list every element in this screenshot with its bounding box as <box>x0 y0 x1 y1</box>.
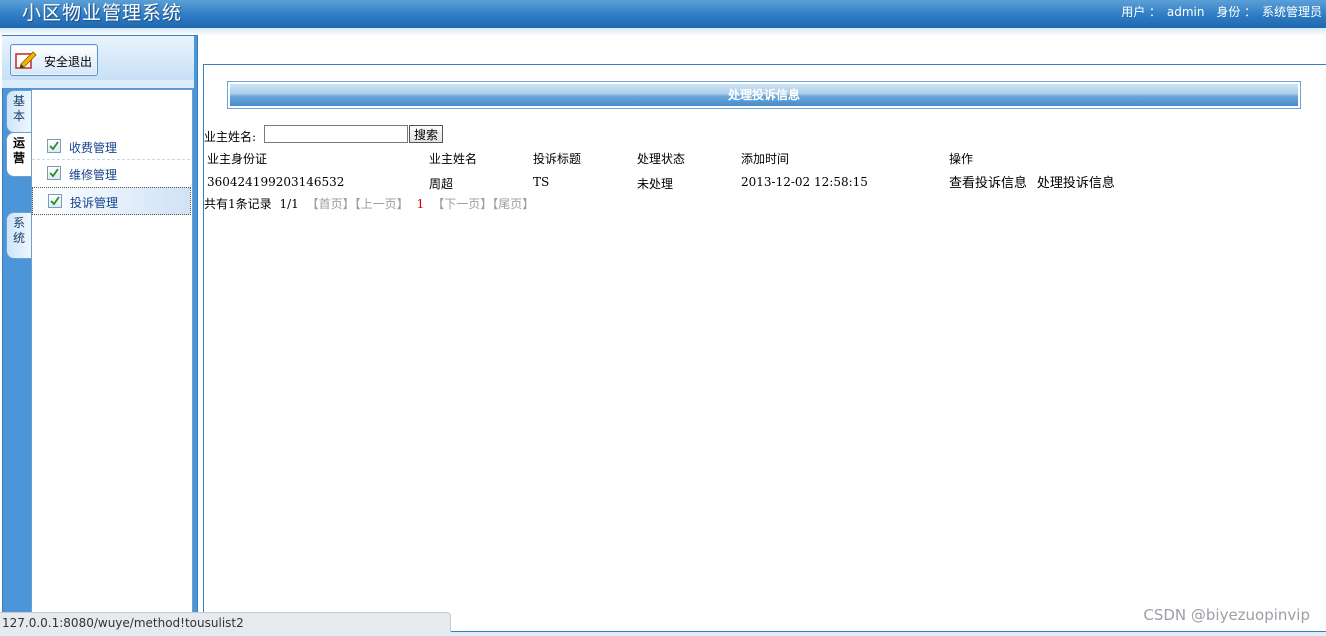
current-page: 1 <box>416 197 425 211</box>
app-title: 小区物业管理系统 <box>22 2 183 24</box>
col-header-owner-name: 业主姓名 <box>429 152 478 166</box>
app-header: 小区物业管理系统 用户 ： admin 身份 ： 系统管理员 <box>0 0 1326 28</box>
checkbox-checked-icon <box>47 166 61 180</box>
sidebar-item-repair[interactable]: 维修管理 <box>32 160 190 186</box>
prev-page-link[interactable]: 【上一页】 <box>355 197 409 211</box>
search-button[interactable]: 搜索 <box>409 125 443 143</box>
browser-status-bar: 127.0.0.1:8080/wuye/method!tousulist2 <box>0 612 451 633</box>
tab-char: 统 <box>12 231 25 245</box>
role-name: 系统管理员 <box>1261 5 1322 19</box>
checkbox-checked-icon <box>47 139 61 153</box>
sidebar-menu: 收费管理 维修管理 投诉管理 <box>31 89 193 613</box>
first-page-link[interactable]: 【首页】 <box>307 197 355 211</box>
col-header-added-time: 添加时间 <box>741 152 790 166</box>
user-label: 用户 ： <box>1121 5 1162 19</box>
col-header-actions: 操作 <box>949 152 974 166</box>
next-page-link[interactable]: 【下一页】 <box>432 197 492 211</box>
tab-char: 基 <box>12 94 25 108</box>
cell-added-time: 2013-12-02 12:58:15 <box>741 175 868 189</box>
cell-id-card: 360424199203146532 <box>207 175 345 189</box>
sidebar-item-complaint[interactable]: 投诉管理 <box>32 187 191 215</box>
cell-owner-name: 周超 <box>429 177 454 191</box>
logout-button[interactable]: 安全退出 <box>10 44 98 76</box>
user-name: admin <box>1166 5 1205 19</box>
sidebar-tab-operation[interactable]: 运 营 <box>6 132 31 177</box>
tab-char: 本 <box>12 109 25 123</box>
tab-char: 营 <box>12 151 25 165</box>
col-header-complaint-title: 投诉标题 <box>533 152 582 166</box>
pagination: 共有1条记录 1/1 【首页】【上一页】 1 【下一页】【尾页】 <box>204 195 534 212</box>
col-header-id-card: 业主身份证 <box>207 152 268 166</box>
tab-char: 运 <box>12 136 25 150</box>
record-count: 共有1条记录 <box>204 197 272 211</box>
sidebar-tab-basic[interactable]: 基 本 <box>6 90 31 133</box>
watermark: CSDN @biyezuopinvip <box>1143 606 1310 624</box>
sidebar-tab-system[interactable]: 系 统 <box>6 212 31 259</box>
last-page-link[interactable]: 【尾页】 <box>492 197 534 211</box>
role-label: 身份 ： <box>1216 5 1257 19</box>
sidebar-separator <box>2 80 194 88</box>
cell-complaint-title: TS <box>533 175 550 189</box>
logout-bar: 安全退出 <box>2 36 194 80</box>
bottom-edge <box>0 632 1326 636</box>
user-info: 用户 ： admin 身份 ： 系统管理员 <box>1119 3 1322 20</box>
page-info: 1/1 <box>279 197 299 211</box>
cell-status: 未处理 <box>637 177 674 191</box>
logout-pencil-icon <box>15 51 37 69</box>
handle-complaint-link[interactable]: 处理投诉信息 <box>1037 176 1115 191</box>
section-title: 处理投诉信息 <box>227 81 1301 109</box>
cell-actions: 查看投诉信息 处理投诉信息 <box>949 172 1121 191</box>
main-topbar <box>198 35 1326 63</box>
logout-label: 安全退出 <box>44 55 93 69</box>
view-complaint-link[interactable]: 查看投诉信息 <box>949 176 1027 191</box>
sidebar-item-label: 投诉管理 <box>70 196 119 210</box>
checkbox-checked-icon <box>48 194 62 208</box>
sidebar-item-fee[interactable]: 收费管理 <box>32 133 190 160</box>
sidebar-item-label: 维修管理 <box>69 168 118 182</box>
tab-char: 系 <box>12 216 25 230</box>
col-header-status: 处理状态 <box>637 152 686 166</box>
search-label: 业主姓名: <box>204 130 257 144</box>
sidebar-item-label: 收费管理 <box>69 141 118 155</box>
owner-name-search-input[interactable] <box>264 125 408 143</box>
